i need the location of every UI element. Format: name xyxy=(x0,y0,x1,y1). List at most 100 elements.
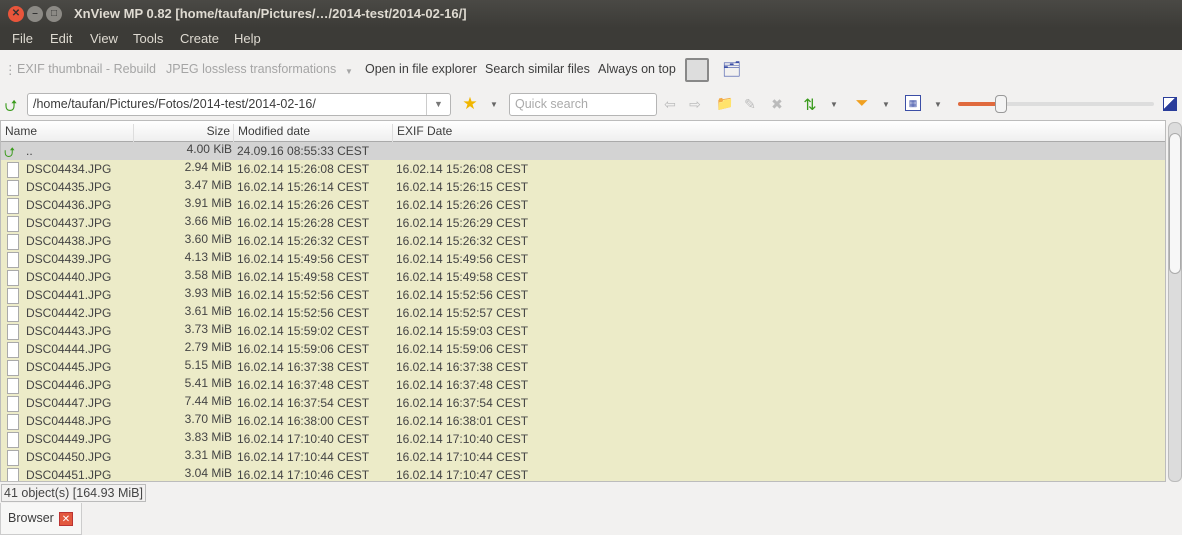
file-row[interactable]: DSC04445.JPG 5.15 MiB 16.02.14 16:37:38 … xyxy=(1,358,1165,376)
exif-rebuild-button[interactable]: EXIF thumbnail - Rebuild xyxy=(17,62,156,76)
scrollbar-thumb[interactable] xyxy=(1169,133,1181,274)
file-row[interactable]: DSC04442.JPG 3.61 MiB 16.02.14 15:52:56 … xyxy=(1,304,1165,322)
column-exif-date[interactable]: EXIF Date xyxy=(393,124,452,144)
chevron-down-icon[interactable]: ▼ xyxy=(830,100,838,109)
file-row[interactable]: DSC04437.JPG 3.66 MiB 16.02.14 15:26:28 … xyxy=(1,214,1165,232)
filter-icon[interactable]: ⏷ xyxy=(853,95,871,113)
file-exif-date: 16.02.14 15:52:56 CEST xyxy=(396,288,529,302)
file-exif-date: 16.02.14 15:26:26 CEST xyxy=(396,198,529,212)
file-size: 5.15 MiB xyxy=(184,358,232,372)
new-folder-icon[interactable]: 📁 xyxy=(716,95,734,112)
slider-handle[interactable] xyxy=(995,95,1008,113)
file-row[interactable]: DSC04439.JPG 4.13 MiB 16.02.14 15:49:56 … xyxy=(1,250,1165,268)
menu-help[interactable]: Help xyxy=(234,31,261,46)
fullscreen-icon[interactable] xyxy=(1163,97,1177,111)
file-size: 3.93 MiB xyxy=(184,286,232,300)
file-row[interactable]: DSC04444.JPG 2.79 MiB 16.02.14 15:59:06 … xyxy=(1,340,1165,358)
file-name: DSC04434.JPG xyxy=(26,162,112,176)
delete-icon[interactable]: ✖ xyxy=(768,96,786,113)
file-row[interactable]: DSC04440.JPG 3.58 MiB 16.02.14 15:49:58 … xyxy=(1,268,1165,286)
star-icon[interactable]: ★ xyxy=(461,94,479,114)
clipboard-icon[interactable] xyxy=(685,58,709,82)
file-name: .. xyxy=(26,144,33,158)
jpeg-lossless-button[interactable]: JPEG lossless transformations xyxy=(166,62,336,76)
file-modified: 16.02.14 16:37:38 CEST xyxy=(237,360,370,374)
file-row[interactable]: DSC04451.JPG 3.04 MiB 16.02.14 17:10:46 … xyxy=(1,466,1165,481)
vertical-scrollbar[interactable] xyxy=(1168,122,1182,482)
menu-view[interactable]: View xyxy=(90,31,118,46)
file-icon xyxy=(7,288,19,304)
menu-tools[interactable]: Tools xyxy=(133,31,163,46)
menu-file[interactable]: File xyxy=(12,31,33,46)
file-name: DSC04446.JPG xyxy=(26,378,112,392)
column-modified-date[interactable]: Modified date xyxy=(234,124,393,144)
chevron-down-icon[interactable]: ▼ xyxy=(882,100,890,109)
menu-create[interactable]: Create xyxy=(180,31,219,46)
toolbar-grip[interactable]: ⋮ xyxy=(4,62,17,77)
file-row[interactable]: DSC04436.JPG 3.91 MiB 16.02.14 15:26:26 … xyxy=(1,196,1165,214)
file-row[interactable]: DSC04450.JPG 3.31 MiB 16.02.14 17:10:44 … xyxy=(1,448,1165,466)
path-text: /home/taufan/Pictures/Fotos/2014-test/20… xyxy=(33,97,316,111)
list-header: Name Size Modified date EXIF Date xyxy=(1,121,1165,144)
file-modified: 16.02.14 15:52:56 CEST xyxy=(237,306,370,320)
back-icon[interactable]: ⇦ xyxy=(661,96,679,113)
file-row[interactable]: DSC04446.JPG 5.41 MiB 16.02.14 16:37:48 … xyxy=(1,376,1165,394)
file-name: DSC04444.JPG xyxy=(26,342,112,356)
file-size: 3.47 MiB xyxy=(184,178,232,192)
go-up-icon[interactable]: ⮍ xyxy=(2,95,20,122)
chevron-down-icon[interactable]: ▼ xyxy=(934,100,942,109)
file-row[interactable]: DSC04434.JPG 2.94 MiB 16.02.14 15:26:08 … xyxy=(1,160,1165,178)
quick-search-input[interactable]: Quick search xyxy=(509,93,657,116)
file-modified: 16.02.14 15:59:02 CEST xyxy=(237,324,370,338)
file-icon xyxy=(7,270,19,286)
file-name: DSC04442.JPG xyxy=(26,306,112,320)
menu-edit[interactable]: Edit xyxy=(50,31,72,46)
file-modified: 24.09.16 08:55:33 CEST xyxy=(237,144,370,158)
file-exif-date: 16.02.14 15:26:29 CEST xyxy=(396,216,529,230)
search-similar-button[interactable]: Search similar files xyxy=(485,62,590,76)
file-row[interactable]: DSC04449.JPG 3.83 MiB 16.02.14 17:10:40 … xyxy=(1,430,1165,448)
close-window-button[interactable]: ✕ xyxy=(8,6,24,22)
maximize-window-button[interactable]: □ xyxy=(46,6,62,22)
minimize-window-button[interactable]: – xyxy=(27,6,43,22)
file-exif-date: 16.02.14 15:49:56 CEST xyxy=(396,252,529,266)
always-on-top-button[interactable]: Always on top xyxy=(598,62,676,76)
column-name[interactable]: Name xyxy=(1,124,134,144)
file-row[interactable]: DSC04441.JPG 3.93 MiB 16.02.14 15:52:56 … xyxy=(1,286,1165,304)
file-icon xyxy=(7,216,19,232)
file-row[interactable]: DSC04447.JPG 7.44 MiB 16.02.14 16:37:54 … xyxy=(1,394,1165,412)
file-row[interactable]: DSC04443.JPG 3.73 MiB 16.02.14 15:59:02 … xyxy=(1,322,1165,340)
parent-folder-row[interactable]: ⮍ .. 4.00 KiB 24.09.16 08:55:33 CEST xyxy=(1,142,1165,160)
file-icon xyxy=(7,252,19,268)
file-exif-date: 16.02.14 16:38:01 CEST xyxy=(396,414,529,428)
path-dropdown-button[interactable]: ▼ xyxy=(426,94,450,115)
file-row[interactable]: DSC04435.JPG 3.47 MiB 16.02.14 15:26:14 … xyxy=(1,178,1165,196)
column-size[interactable]: Size xyxy=(134,124,234,144)
menu-bar: File Edit View Tools Create Help xyxy=(0,28,1182,50)
rename-icon[interactable]: ✎ xyxy=(741,96,759,113)
file-size: 2.94 MiB xyxy=(184,160,232,174)
thumbnail-size-slider[interactable] xyxy=(958,95,1154,113)
forward-icon[interactable]: ⇨ xyxy=(686,96,704,113)
file-name: DSC04448.JPG xyxy=(26,414,112,428)
folder-tree-icon[interactable]: 🗂 xyxy=(722,60,741,78)
path-input[interactable]: /home/taufan/Pictures/Fotos/2014-test/20… xyxy=(27,93,451,116)
status-bar: 41 object(s) [164.93 MiB] xyxy=(1,484,146,502)
close-tab-icon[interactable]: ✕ xyxy=(59,512,73,526)
file-size: 3.83 MiB xyxy=(184,430,232,444)
file-name: DSC04441.JPG xyxy=(26,288,112,302)
file-row[interactable]: DSC04438.JPG 3.60 MiB 16.02.14 15:26:32 … xyxy=(1,232,1165,250)
open-file-explorer-button[interactable]: Open in file explorer xyxy=(365,62,477,76)
chevron-down-icon[interactable]: ▼ xyxy=(490,100,498,109)
file-modified: 16.02.14 16:37:54 CEST xyxy=(237,396,370,410)
file-size: 3.70 MiB xyxy=(184,412,232,426)
file-list[interactable]: Name Size Modified date EXIF Date ⮍ .. 4… xyxy=(0,120,1166,482)
sort-icon[interactable]: ⇅ xyxy=(801,95,819,115)
file-exif-date: 16.02.14 17:10:44 CEST xyxy=(396,450,529,464)
view-mode-icon[interactable]: ▦ xyxy=(905,95,921,111)
file-name: DSC04437.JPG xyxy=(26,216,112,230)
tab-browser[interactable]: Browser ✕ xyxy=(0,503,82,535)
chevron-down-icon[interactable]: ▼ xyxy=(345,67,353,76)
file-exif-date: 16.02.14 15:26:32 CEST xyxy=(396,234,529,248)
file-row[interactable]: DSC04448.JPG 3.70 MiB 16.02.14 16:38:00 … xyxy=(1,412,1165,430)
